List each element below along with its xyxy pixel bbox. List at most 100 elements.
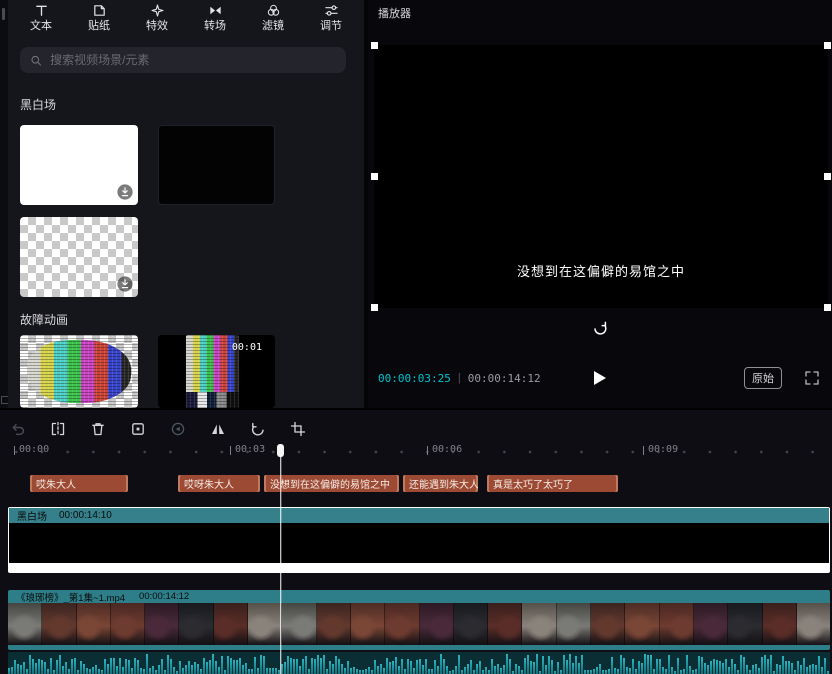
text-clip[interactable]: 哎朱大人 <box>30 475 128 492</box>
selection-handle-top-right[interactable] <box>824 42 831 49</box>
download-icon[interactable] <box>117 184 133 200</box>
delete-icon[interactable] <box>90 421 106 437</box>
waveform-bar <box>743 657 745 674</box>
waveform-bar <box>512 671 514 674</box>
search-box[interactable] <box>20 47 346 73</box>
waveform-bar <box>620 655 622 674</box>
waveform-bar <box>734 664 736 674</box>
asset-transparent-field[interactable] <box>20 217 138 297</box>
waveform-bar <box>719 661 721 674</box>
waveform-bar <box>707 665 709 674</box>
audio-waveform[interactable] <box>8 652 830 674</box>
waveform-bar <box>194 662 196 674</box>
text-clip[interactable]: 真是太巧了太巧了 <box>487 475 618 492</box>
playhead-handle[interactable] <box>277 444 284 457</box>
waveform-bar <box>680 670 682 674</box>
tab-filters[interactable]: 滤镜 <box>247 3 299 32</box>
waveform-bar <box>566 660 568 674</box>
waveform-bar <box>173 667 175 674</box>
waveform-bar <box>161 659 163 674</box>
waveform-bar <box>587 670 589 674</box>
waveform-bar <box>170 659 172 674</box>
ruler-tick <box>230 446 231 455</box>
waveform-bar <box>269 668 271 674</box>
waveform-bar <box>476 664 478 674</box>
asset-black-field[interactable] <box>158 125 275 205</box>
waveform-bar <box>134 658 136 674</box>
waveform-bar <box>50 658 52 674</box>
waveform-bar <box>551 660 553 674</box>
text-clip[interactable]: 没想到在这偏僻的易馆之中 <box>264 475 399 492</box>
effects-icon <box>150 3 165 18</box>
tab-transitions[interactable]: 转场 <box>189 3 241 32</box>
ruler-tick <box>427 446 428 455</box>
waveform-bar <box>824 658 826 674</box>
mirror-icon[interactable] <box>210 421 226 437</box>
text-clip[interactable]: 哎呀朱大人 <box>178 475 260 492</box>
waveform-bar <box>656 659 658 674</box>
film-frame <box>522 603 556 645</box>
selection-handle-bottom-right[interactable] <box>824 304 831 311</box>
split-icon[interactable] <box>50 421 66 437</box>
film-frame <box>111 603 145 645</box>
film-frame <box>351 603 385 645</box>
original-quality-button[interactable]: 原始 <box>744 367 782 389</box>
cutoff-icon <box>2 8 5 20</box>
timeline-ruler[interactable]: 00:00 00:03 00:06 00:09 <box>0 443 832 459</box>
waveform-bar <box>440 654 442 674</box>
waveform-bar <box>245 663 247 674</box>
search-input[interactable] <box>48 52 336 68</box>
timeline-toolbar <box>10 417 306 441</box>
waveform-bar <box>110 658 112 674</box>
waveform-bar <box>710 661 712 674</box>
waveform-bar <box>83 664 85 674</box>
transitions-icon <box>208 3 223 18</box>
waveform-bar <box>692 670 694 674</box>
waveform-bar <box>515 664 517 674</box>
text-clip[interactable]: 还能遇到朱大人 <box>403 475 478 492</box>
waveform-bar <box>155 670 157 674</box>
tab-adjust[interactable]: 调节 <box>305 3 357 32</box>
waveform-bar <box>353 667 355 674</box>
selection-handle-bottom-left[interactable] <box>371 304 378 311</box>
timeline-panel: 00:00 00:03 00:06 00:09 哎朱大人 哎呀朱大人 没想到在这… <box>0 408 832 674</box>
bw-field-clip[interactable]: 黑白场 00:00:14:10 <box>8 507 830 573</box>
undo-icon[interactable] <box>10 421 26 437</box>
download-icon[interactable] <box>117 276 133 292</box>
waveform-bar <box>113 658 115 674</box>
tab-text[interactable]: 文本 <box>15 3 67 32</box>
asset-glitch-testcard[interactable] <box>20 335 138 408</box>
tab-sticker[interactable]: 贴纸 <box>73 3 125 32</box>
waveform-bar <box>380 664 382 674</box>
waveform-bar <box>41 660 43 674</box>
tab-effects[interactable]: 特效 <box>131 3 183 32</box>
waveform-bar <box>461 670 463 674</box>
waveform-bar <box>131 668 133 674</box>
waveform-bar <box>320 658 322 674</box>
selection-handle-mid-left[interactable] <box>371 173 378 180</box>
waveform-bar <box>725 659 727 674</box>
crop-icon[interactable] <box>290 421 306 437</box>
video-preview[interactable]: 没想到在这偏僻的易馆之中 <box>374 45 828 308</box>
selection-handle-top-left[interactable] <box>371 42 378 49</box>
waveform-bar <box>62 666 64 674</box>
waveform-bar <box>92 667 94 674</box>
selection-handle-mid-right[interactable] <box>824 173 831 180</box>
waveform-bar <box>770 655 772 674</box>
fullscreen-icon[interactable] <box>804 370 820 386</box>
waveform-bar <box>23 662 25 674</box>
rotate-icon[interactable] <box>250 421 266 437</box>
asset-glitch-testcard-2[interactable]: 00:01 <box>158 335 275 408</box>
reverse-play-icon[interactable] <box>170 421 186 437</box>
rotate-selection-icon[interactable] <box>591 318 609 336</box>
asset-white-field[interactable] <box>20 125 138 205</box>
waveform-bar <box>650 655 652 674</box>
waveform-bar <box>266 668 268 674</box>
play-button[interactable] <box>594 371 606 385</box>
video-clip[interactable]: 《琅琊榜》_第1集~1.mp4 00:00:14:12 <box>8 590 830 650</box>
freeze-frame-icon[interactable] <box>130 421 146 437</box>
video-editor-app: 文本 贴纸 特效 转场 <box>0 0 832 674</box>
waveform-bar <box>659 659 661 674</box>
waveform-bar <box>185 665 187 674</box>
waveform-bar <box>722 663 724 674</box>
